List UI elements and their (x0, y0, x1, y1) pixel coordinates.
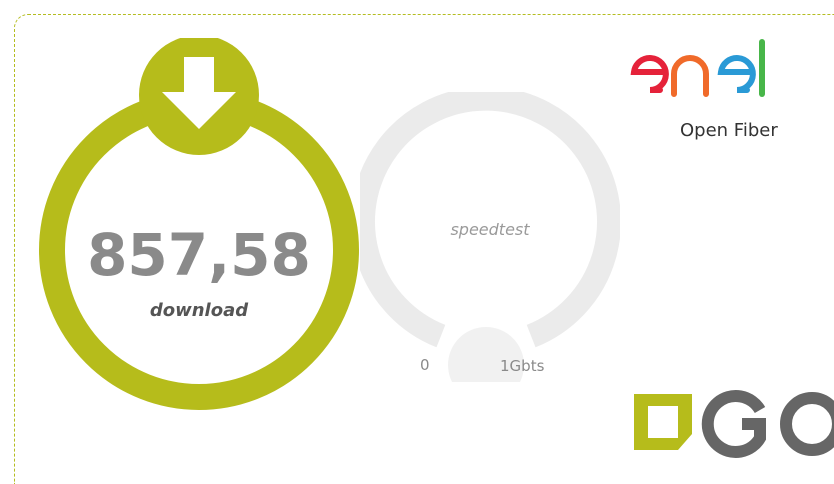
download-result: 857,58 download (34, 38, 364, 418)
go-logo (630, 380, 834, 469)
download-label: download (149, 300, 249, 321)
open-fiber-logo: Open Fiber (622, 34, 834, 146)
download-value: 857,58 (87, 221, 311, 289)
gauge-title: speedtest (450, 220, 530, 239)
go-wordmark (634, 390, 834, 458)
gauge-min-label: 0 (420, 356, 430, 374)
speed-gauge: speedtest 0 1Gbts (360, 92, 620, 382)
gauge-max-label: 1Gbts (500, 357, 545, 375)
enel-wordmark (630, 39, 765, 97)
open-fiber-subtitle: Open Fiber (680, 120, 778, 141)
